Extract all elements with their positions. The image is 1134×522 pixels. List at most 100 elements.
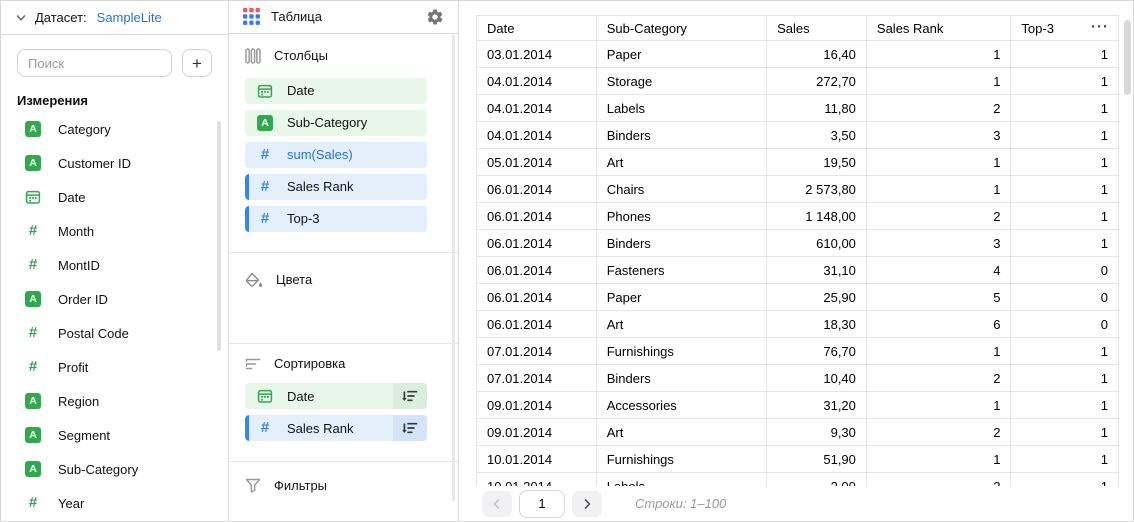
page-number-input[interactable] <box>519 490 565 518</box>
chevron-left-icon <box>491 498 503 510</box>
cell: 76,70 <box>767 338 867 365</box>
field-item-month[interactable]: #Month <box>17 214 212 248</box>
sorting-section-header: Сортировка <box>245 356 442 371</box>
cell: 1 <box>1011 68 1119 95</box>
sort-direction-button[interactable] <box>393 415 427 441</box>
cell: 9,30 <box>767 419 867 446</box>
cell: 1 <box>1011 122 1119 149</box>
dataset-name-link[interactable]: SampleLite <box>97 10 162 25</box>
chip-top-3[interactable]: #Top-3 <box>245 206 427 232</box>
table-row: 04.01.2014Storage272,7011 <box>477 68 1119 95</box>
cell: 1 <box>1011 446 1119 473</box>
string-field-icon: A <box>25 121 41 137</box>
field-item-customer-id[interactable]: ACustomer ID <box>17 146 212 180</box>
cell: 1 <box>1011 41 1119 68</box>
table-row: 06.01.2014Art18,3060 <box>477 311 1119 338</box>
field-item-segment[interactable]: ASegment <box>17 418 212 452</box>
column-header-top-3[interactable]: Top-3··· <box>1011 16 1119 41</box>
prev-page-button[interactable] <box>482 491 512 517</box>
cell: 1 <box>866 446 1011 473</box>
table-row: 06.01.2014Phones1 148,0021 <box>477 203 1119 230</box>
scrollbar-thumb[interactable] <box>1124 20 1131 95</box>
column-header-sales-rank[interactable]: Sales Rank <box>866 16 1011 41</box>
scrollbar-thumb[interactable] <box>452 35 455 501</box>
column-header-date[interactable]: Date <box>477 16 597 41</box>
sort-direction-button[interactable] <box>393 383 427 409</box>
dimension-list: ACategoryACustomer IDDate#Month#MontIDAO… <box>17 112 212 520</box>
cell: 2 573,80 <box>767 176 867 203</box>
field-label: Month <box>58 224 94 239</box>
data-table: DateSub-CategorySalesSales RankTop-3··· 0… <box>476 15 1119 486</box>
hash-icon: # <box>25 495 41 511</box>
filters-section: Фильтры <box>229 462 458 521</box>
search-input[interactable] <box>17 49 172 77</box>
chip-sales-rank[interactable]: #Sales Rank <box>245 174 427 200</box>
cell: 51,90 <box>767 446 867 473</box>
calendar-icon <box>25 189 41 205</box>
field-item-year[interactable]: #Year <box>17 486 212 520</box>
field-item-profit[interactable]: #Profit <box>17 350 212 384</box>
field-item-order-id[interactable]: AOrder ID <box>17 282 212 316</box>
cell: 04.01.2014 <box>477 122 597 149</box>
cell: 2,00 <box>767 473 867 487</box>
table-row: 06.01.2014Chairs2 573,8011 <box>477 176 1119 203</box>
sorting-section-label: Сортировка <box>274 356 345 371</box>
hash-icon: # <box>25 359 41 375</box>
field-item-category[interactable]: ACategory <box>17 112 212 146</box>
cell: 3,50 <box>767 122 867 149</box>
column-header-sales[interactable]: Sales <box>767 16 867 41</box>
field-item-montid[interactable]: #MontID <box>17 248 212 282</box>
cell: 1 <box>866 41 1011 68</box>
table-row: 04.01.2014Labels11,8021 <box>477 95 1119 122</box>
cell: 18,30 <box>767 311 867 338</box>
colors-section: Цвета <box>229 253 458 344</box>
calendar-icon <box>257 388 273 404</box>
chip-label: Top-3 <box>287 211 320 226</box>
chevron-down-icon[interactable] <box>15 12 27 24</box>
cell: 2 <box>866 419 1011 446</box>
cell: 1 <box>866 176 1011 203</box>
cell: Furnishings <box>596 338 766 365</box>
cell: Binders <box>596 122 766 149</box>
add-field-button[interactable]: + <box>182 49 212 77</box>
chip-date[interactable]: Date <box>245 78 427 104</box>
cell: Storage <box>596 68 766 95</box>
cell: 16,40 <box>767 41 867 68</box>
sorting-section: Сортировка Date #Sales Rank <box>229 344 458 462</box>
column-header-sub-category[interactable]: Sub-Category <box>596 16 766 41</box>
cell: 10.01.2014 <box>477 473 597 487</box>
chip-label: Date <box>287 83 314 98</box>
cell: 1 <box>866 338 1011 365</box>
cell: 31,20 <box>767 392 867 419</box>
cell: 06.01.2014 <box>477 311 597 338</box>
next-page-button[interactable] <box>572 491 602 517</box>
chip-sales-rank[interactable]: #Sales Rank <box>245 415 427 441</box>
scrollbar-thumb[interactable] <box>217 121 221 351</box>
chip-label: Sub-Category <box>287 115 367 130</box>
field-item-date[interactable]: Date <box>17 180 212 214</box>
chip-label: sum(Sales) <box>287 147 353 162</box>
cell: 05.01.2014 <box>477 149 597 176</box>
columns-section-label: Столбцы <box>274 48 328 63</box>
chip-sum-sales[interactable]: #sum(Sales) <box>245 142 427 168</box>
field-item-sub-category[interactable]: ASub-Category <box>17 452 212 486</box>
field-item-region[interactable]: ARegion <box>17 384 212 418</box>
sort-icon <box>245 357 261 371</box>
cell: 0 <box>1011 257 1119 284</box>
chip-date[interactable]: Date <box>245 383 427 409</box>
chip-sub-category[interactable]: ASub-Category <box>245 110 427 136</box>
cell: Fasteners <box>596 257 766 284</box>
column-menu-icon[interactable]: ··· <box>1091 19 1109 34</box>
viz-title: Таблица <box>271 9 322 24</box>
cell: 1 <box>1011 419 1119 446</box>
cell: 1 <box>866 68 1011 95</box>
cell: 07.01.2014 <box>477 338 597 365</box>
cell: 07.01.2014 <box>477 365 597 392</box>
gear-icon[interactable] <box>426 8 444 26</box>
table-row: 04.01.2014Binders3,5031 <box>477 122 1119 149</box>
table-viz-icon[interactable] <box>243 8 260 25</box>
cell: 06.01.2014 <box>477 257 597 284</box>
string-field-icon: A <box>25 427 41 443</box>
hash-icon: # <box>257 420 273 436</box>
field-item-postal-code[interactable]: #Postal Code <box>17 316 212 350</box>
